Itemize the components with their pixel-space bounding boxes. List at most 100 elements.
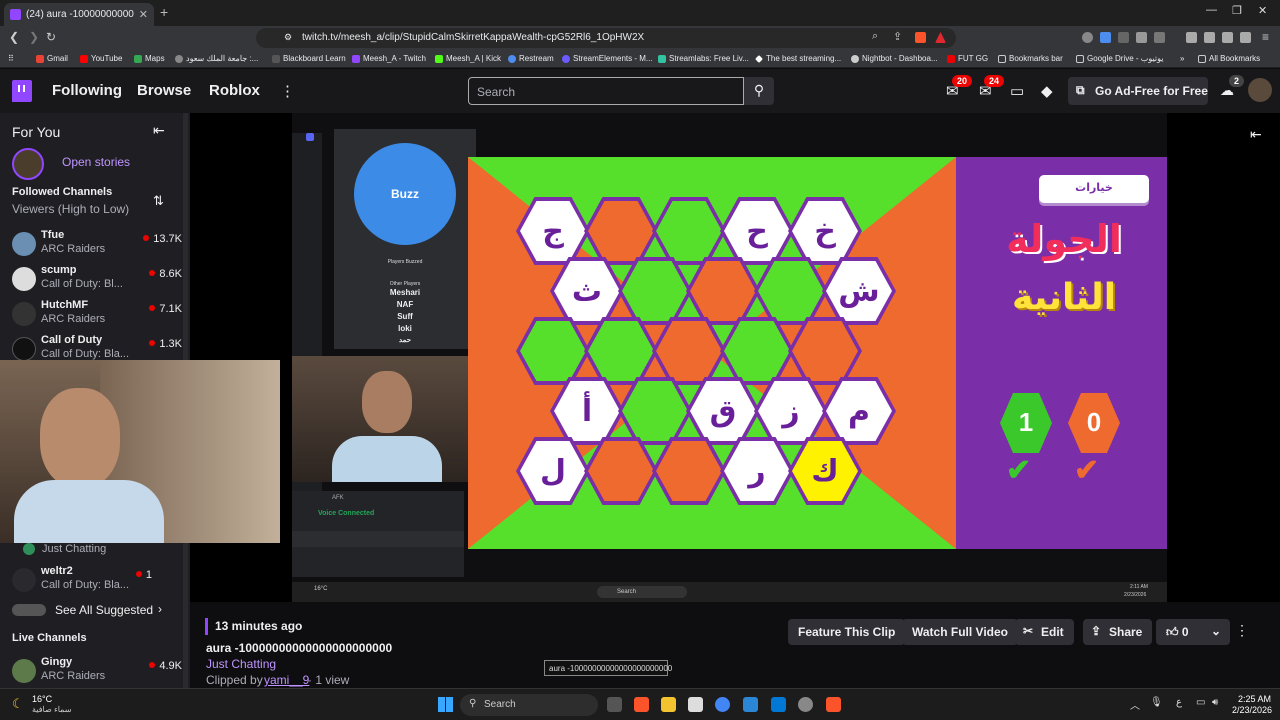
brave-shield-icon[interactable]: [915, 32, 926, 43]
share-page-icon[interactable]: ⇪: [893, 30, 902, 43]
edit-button[interactable]: ✂ Edit: [1015, 619, 1074, 645]
zoom-icon[interactable]: ⌕: [872, 30, 878, 43]
task-view-icon[interactable]: [607, 697, 622, 712]
buzz-button[interactable]: Buzz: [354, 143, 456, 245]
channel-weltr2[interactable]: weltr2 Call of Duty: Bla... 1: [12, 565, 182, 599]
brave-active-icon[interactable]: [826, 697, 841, 712]
hex-letter: [656, 201, 722, 261]
whispers-icon[interactable]: ▭: [1010, 82, 1024, 100]
wallet-icon[interactable]: [1222, 32, 1233, 43]
watch-full-video-button[interactable]: Watch Full Video: [902, 619, 1019, 645]
more-bookmarks-icon[interactable]: »: [1180, 54, 1184, 63]
bookmark-ksu[interactable]: جامعة الملك سعود :...: [175, 54, 258, 63]
chevron-down-icon[interactable]: ⌄: [1211, 624, 1221, 638]
leo-icon[interactable]: [1240, 32, 1251, 43]
windows-start-icon[interactable]: [438, 697, 453, 712]
channel-tfue[interactable]: Tfue ARC Raiders 13.7K: [12, 229, 182, 263]
store-icon[interactable]: [688, 697, 703, 712]
back-icon[interactable]: ❮: [9, 30, 19, 44]
share-button[interactable]: ⇪ Share: [1083, 619, 1153, 645]
forward-icon[interactable]: ❯: [29, 30, 39, 44]
video-player[interactable]: Buzz Players Buzzed Other Players Meshar…: [0, 113, 1280, 602]
twitch-logo-icon[interactable]: [12, 80, 32, 102]
chrome-icon[interactable]: [715, 697, 730, 712]
bookmark-futgg[interactable]: FUT GG: [947, 54, 988, 63]
mic-icon[interactable]: 🎙︎: [1150, 697, 1163, 708]
extension-4-icon[interactable]: [1136, 32, 1147, 43]
expand-chat-icon[interactable]: ⇤: [1250, 126, 1262, 143]
extension-5-icon[interactable]: [1154, 32, 1165, 43]
streamer-shirt: [14, 480, 164, 543]
feature-clip-button[interactable]: Feature This Clip: [788, 619, 906, 645]
all-bookmarks[interactable]: All Bookmarks: [1198, 54, 1260, 63]
nav-following[interactable]: Following: [52, 82, 122, 99]
more-vertical-icon[interactable]: ⋮: [280, 82, 295, 100]
close-window-icon[interactable]: ✕: [1258, 4, 1267, 17]
see-all-suggested-link[interactable]: See All Suggested ›: [12, 602, 182, 619]
channel-hutchmf[interactable]: HutchMF ARC Raiders 7.1K: [12, 299, 182, 333]
extension-1-icon[interactable]: [1082, 32, 1093, 43]
network-icon[interactable]: ▭: [1196, 697, 1205, 708]
maximize-icon[interactable]: ❐: [1232, 4, 1242, 17]
bookmark-maps[interactable]: Maps: [134, 54, 165, 63]
volume-icon[interactable]: 🔊︎: [1212, 697, 1218, 708]
bookmark-streamlabs[interactable]: Streamlabs: Free Liv...: [658, 54, 749, 63]
bookmark-blackboard[interactable]: Blackboard Learn: [272, 54, 346, 63]
collapse-sidebar-icon[interactable]: ⇤: [153, 122, 165, 139]
nav-browse[interactable]: Browse: [137, 82, 191, 99]
sort-icon[interactable]: ⇅: [153, 193, 164, 209]
bookmark-google-drive[interactable]: Google Drive - يوتيوب: [1076, 54, 1163, 63]
go-ad-free-button[interactable]: ⧉ Go Ad-Free for Free: [1068, 77, 1208, 105]
options-button[interactable]: خيارات: [1039, 175, 1149, 203]
menu-icon[interactable]: ≡: [1262, 30, 1269, 44]
file-explorer-icon[interactable]: [661, 697, 676, 712]
taskbar-search[interactable]: ⚲ Search: [460, 694, 598, 716]
url-bar[interactable]: ⚙ twitch.tv/meesh_a/clip/StupidCalmSkirr…: [256, 28, 956, 48]
media-icon[interactable]: [1186, 32, 1197, 43]
browser-tab[interactable]: (24) aura -10000000000000... ✕: [4, 3, 154, 26]
close-tab-icon[interactable]: ✕: [139, 8, 148, 21]
channel-scump[interactable]: scump Call of Duty: Bl... 8.6K: [12, 264, 182, 298]
stories-avatar[interactable]: [12, 148, 44, 180]
brave-icon[interactable]: [634, 697, 649, 712]
bookmark-restream[interactable]: Restream: [508, 54, 554, 63]
apps-icon[interactable]: ⠿: [8, 54, 14, 63]
view-count: · 1 view: [308, 673, 350, 687]
app-icon[interactable]: [743, 697, 758, 712]
minimize-icon[interactable]: —: [1206, 4, 1217, 16]
search-input[interactable]: Search: [468, 77, 744, 105]
bookmark-youtube[interactable]: YouTube: [80, 54, 122, 63]
clock-date[interactable]: 2/23/2026: [1232, 705, 1272, 715]
extension-2-icon[interactable]: [1100, 32, 1111, 43]
more-options-icon[interactable]: ⋮: [1235, 622, 1249, 639]
outlook-icon[interactable]: [771, 697, 786, 712]
sidebar-icon[interactable]: [1204, 32, 1215, 43]
bookmark-folder[interactable]: Bookmarks bar: [998, 54, 1063, 63]
channel-just-chatting[interactable]: Just Chatting: [12, 543, 182, 559]
channel-gingy[interactable]: Gingy ARC Raiders 4.9K: [12, 656, 182, 688]
bookmark-nightbot[interactable]: Nightbot - Dashboa...: [851, 54, 938, 63]
tray-up-icon[interactable]: ︿: [1130, 697, 1140, 712]
new-tab-icon[interactable]: +: [160, 4, 168, 20]
nav-roblox[interactable]: Roblox: [209, 82, 260, 99]
player-name: Meshari: [389, 288, 421, 297]
search-button[interactable]: ⚲: [744, 77, 774, 105]
language-icon[interactable]: ع: [1176, 697, 1182, 708]
clock-time[interactable]: 2:25 AM: [1238, 694, 1271, 704]
clipper-link[interactable]: yami__9: [264, 673, 309, 687]
reload-icon[interactable]: ↻: [46, 30, 56, 44]
bits-icon[interactable]: ◆: [1041, 82, 1053, 100]
voice-controls[interactable]: [292, 531, 464, 547]
user-avatar[interactable]: [1248, 78, 1272, 102]
obs-icon[interactable]: [798, 697, 813, 712]
bookmark-meesh-kick[interactable]: Meesh_A | Kick: [435, 54, 501, 63]
bookmark-best-streaming[interactable]: The best streaming...: [755, 54, 841, 63]
open-stories-link[interactable]: Open stories: [62, 155, 130, 169]
bookmark-streamelements[interactable]: StreamElements - M...: [562, 54, 653, 63]
bookmark-gmail[interactable]: Gmail: [36, 54, 68, 63]
bookmark-meesh-twitch[interactable]: Meesh_A - Twitch: [352, 54, 426, 63]
extension-3-icon[interactable]: [1118, 32, 1129, 43]
taskbar-search-label: Search: [484, 699, 516, 710]
like-button[interactable]: 👍︎ 0 ⌄: [1156, 619, 1230, 645]
category-link[interactable]: Just Chatting: [206, 657, 276, 671]
